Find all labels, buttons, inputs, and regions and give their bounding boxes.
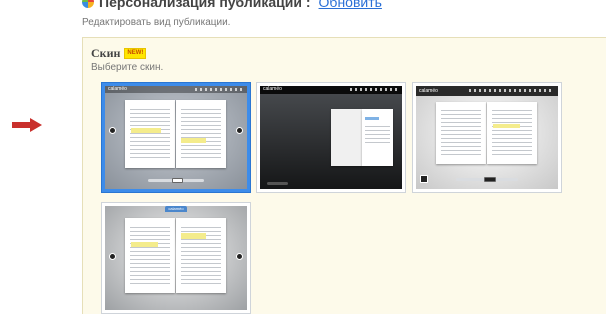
skin-gallery: calaméo calaméo calaméo calaméo [83, 38, 606, 314]
prev-page-icon [109, 252, 117, 260]
update-link[interactable]: Обновить [319, 0, 382, 10]
book-page-left [435, 102, 486, 165]
viewer-toolbar: calaméo [105, 86, 247, 93]
next-page-icon [235, 127, 243, 135]
brand-label: calaméo [263, 86, 282, 92]
page-title: Персонализация публикации : [99, 0, 311, 10]
skin-option-2[interactable]: calaméo [256, 82, 406, 193]
brand-label: calaméo [108, 86, 127, 92]
viewer-toolbar: calaméo [416, 86, 558, 96]
fullscreen-icon [420, 174, 429, 183]
skin-option-3[interactable]: calaméo [412, 82, 562, 193]
skin-preview-2: calaméo [260, 86, 402, 189]
toolbar-icons [194, 88, 243, 91]
book-page-left [124, 218, 175, 294]
right-arrow-icon [12, 118, 42, 132]
brand-label: calaméo [164, 206, 188, 212]
brand-label: calaméo [419, 88, 438, 94]
book-page-right [362, 108, 394, 167]
book-page-left [124, 100, 175, 169]
book-page-right [176, 100, 226, 169]
toolbar-icons [468, 89, 554, 92]
skin-preview-1: calaméo [105, 86, 247, 189]
skin-option-1[interactable]: calaméo [101, 82, 251, 193]
calameo-logo-icon [82, 0, 94, 8]
page-scroll-knob [484, 176, 496, 182]
book-page-left [331, 108, 363, 167]
skin-preview-4: calaméo [105, 206, 247, 310]
prev-page-icon [109, 127, 117, 135]
toolbar-icons [349, 88, 398, 91]
page-subtitle: Редактировать вид публикации. [82, 17, 231, 28]
viewer-toolbar: calaméo [260, 86, 402, 94]
customization-header: Персонализация публикации : Обновить Ред… [82, 0, 602, 32]
next-page-icon [235, 252, 243, 260]
book-page-right [176, 218, 226, 294]
skin-option-4[interactable]: calaméo [101, 202, 251, 314]
skin-panel: Скин NEW! Выберите скин. calaméo calaméo… [82, 37, 606, 314]
page-scrollbar [267, 181, 289, 185]
skin-preview-3: calaméo [416, 86, 558, 189]
page-scroll-knob [171, 177, 184, 183]
book-page-right [487, 102, 537, 165]
